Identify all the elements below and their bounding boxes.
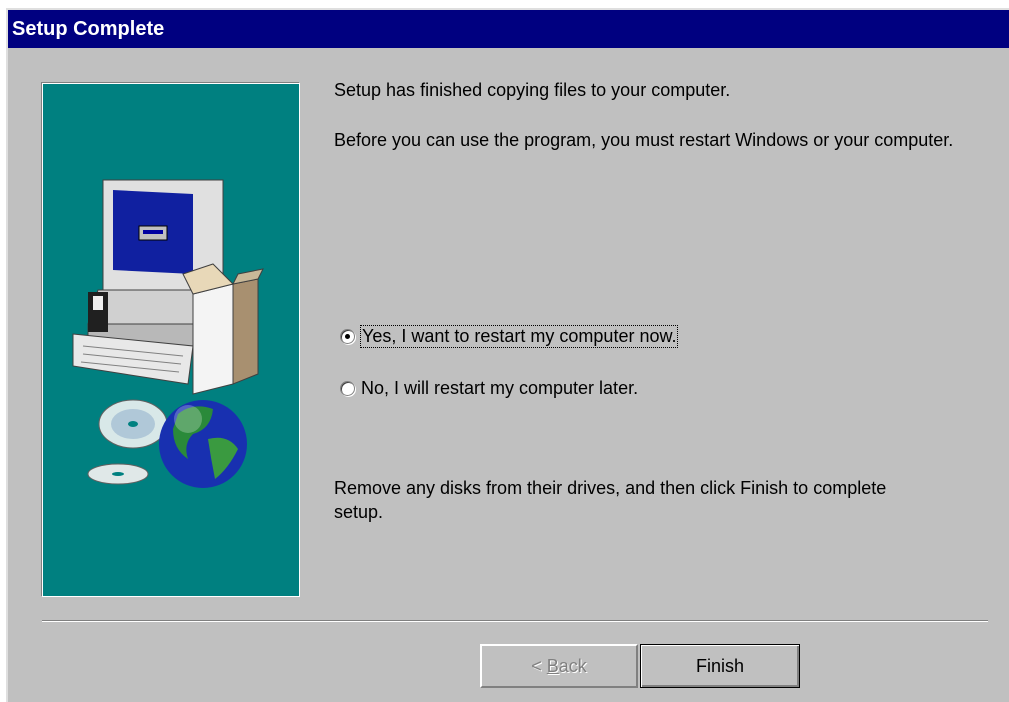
restart-now-radio[interactable] [340,329,355,344]
back-button-mnemonic: B [546,655,559,676]
finish-button[interactable]: Finish [640,644,800,688]
software-box-icon [182,263,264,395]
setup-illustration-panel [42,83,300,597]
back-button-rest: ack [558,655,587,676]
restart-later-option[interactable]: No, I will restart my computer later. [340,378,638,399]
back-button[interactable]: < Back [480,644,638,688]
back-button-prefix: < [531,655,547,676]
globe-icon [159,400,247,488]
restart-instruction: Before you can use the program, you must… [334,130,954,150]
restart-now-option[interactable]: Yes, I want to restart my computer now. [340,325,679,348]
setup-dialog: Setup Complete Setup has finished copyin… [6,8,1009,702]
footer-separator [42,620,988,622]
cd-icon [87,399,168,485]
restart-now-label[interactable]: Yes, I want to restart my computer now. [359,325,679,348]
finish-button-label: Finish [695,655,744,676]
remove-disks-note: Remove any disks from their drives, and … [334,478,887,522]
title-bar[interactable]: Setup Complete [8,10,1009,48]
restart-later-label[interactable]: No, I will restart my computer later. [361,378,638,399]
window-title: Setup Complete [12,17,165,40]
status-message: Setup has finished copying files to your… [334,80,731,100]
restart-later-radio[interactable] [340,381,355,396]
